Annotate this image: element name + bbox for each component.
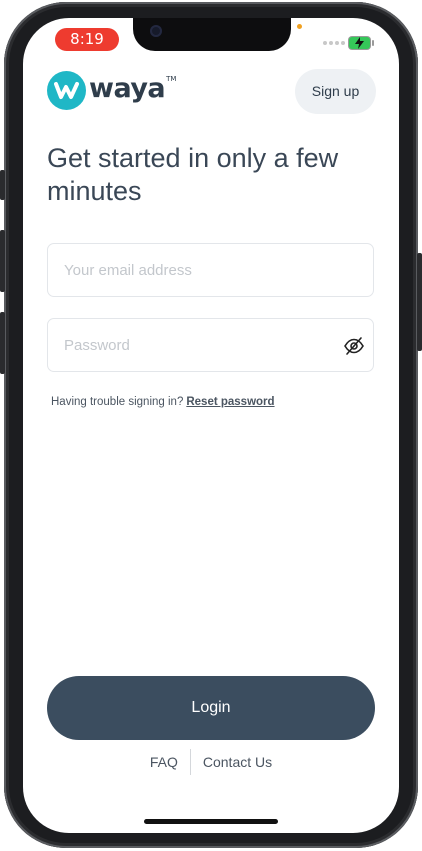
- page-title: Get started in only a few minutes: [47, 143, 339, 206]
- waya-logo-icon: [47, 71, 86, 110]
- power-button: [417, 253, 422, 351]
- password-field-container: [47, 318, 374, 372]
- trouble-signing-in: Having trouble signing in? Reset password: [51, 396, 275, 408]
- home-indicator[interactable]: [144, 819, 278, 824]
- notch: [133, 18, 291, 51]
- logo-wordmark: waya: [89, 73, 166, 104]
- signup-button[interactable]: Sign up: [295, 69, 376, 114]
- contact-us-link[interactable]: Contact Us: [203, 754, 272, 770]
- waya-logo: waya TM: [47, 71, 176, 110]
- login-button[interactable]: Login: [47, 676, 375, 740]
- footer-links: FAQ Contact Us: [23, 749, 399, 775]
- volume-up-button: [0, 230, 5, 292]
- volume-down-button: [0, 312, 5, 374]
- password-field[interactable]: [64, 319, 334, 371]
- email-field[interactable]: [64, 244, 334, 296]
- faq-link[interactable]: FAQ: [150, 754, 178, 770]
- status-time: 8:19: [55, 28, 119, 51]
- email-field-container: [47, 243, 374, 297]
- signal-icon: [323, 41, 345, 45]
- eye-off-icon[interactable]: [343, 335, 365, 357]
- front-camera: [150, 25, 162, 37]
- camera-indicator-dot: [297, 24, 302, 29]
- silent-switch: [0, 170, 5, 200]
- reset-password-link[interactable]: Reset password: [186, 396, 274, 408]
- logo-trademark: TM: [166, 75, 177, 83]
- trouble-text: Having trouble signing in?: [51, 396, 184, 408]
- footer-divider: [189, 749, 191, 775]
- phone-screen: 8:19 waya TM Sign up Get started in only…: [23, 18, 399, 833]
- battery-charging-icon: [349, 37, 374, 49]
